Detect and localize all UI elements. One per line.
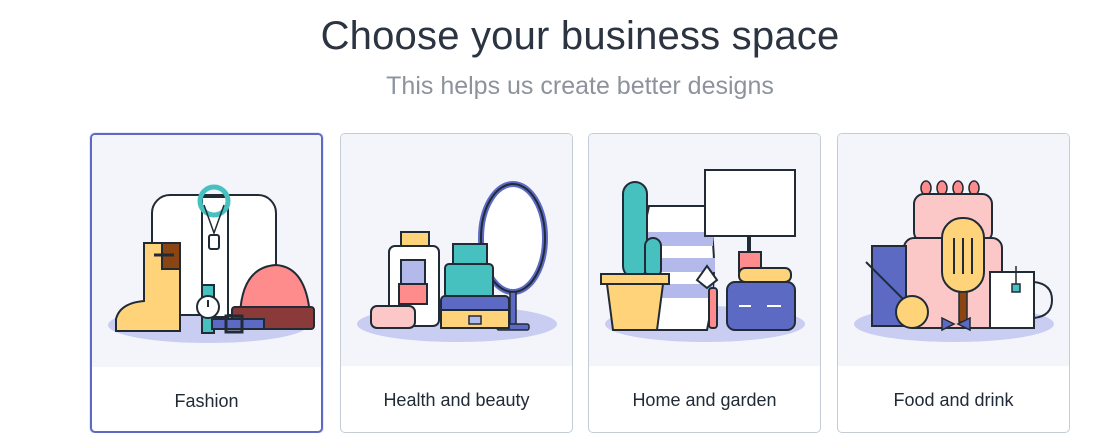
category-card-fashion[interactable]: Fashion xyxy=(90,133,323,433)
food-drink-illustration xyxy=(838,134,1069,366)
category-label: Health and beauty xyxy=(383,390,530,410)
page-title: Choose your business space xyxy=(320,14,840,58)
page-subtitle: This helps us create better designs xyxy=(386,72,774,100)
category-label: Fashion xyxy=(174,391,239,411)
home-garden-illustration xyxy=(589,134,820,366)
category-label: Food and drink xyxy=(893,390,1014,410)
category-card-health-and-beauty[interactable]: Health and beauty xyxy=(340,133,573,433)
category-label: Home and garden xyxy=(632,390,777,410)
category-card-food-and-drink[interactable]: Food and drink xyxy=(837,133,1070,433)
category-card-home-and-garden[interactable]: Home and garden xyxy=(588,133,821,433)
business-space-options: Fashion Health and beauty Home and garde… xyxy=(90,133,1070,433)
health-beauty-illustration xyxy=(341,134,572,366)
fashion-illustration xyxy=(92,135,321,367)
